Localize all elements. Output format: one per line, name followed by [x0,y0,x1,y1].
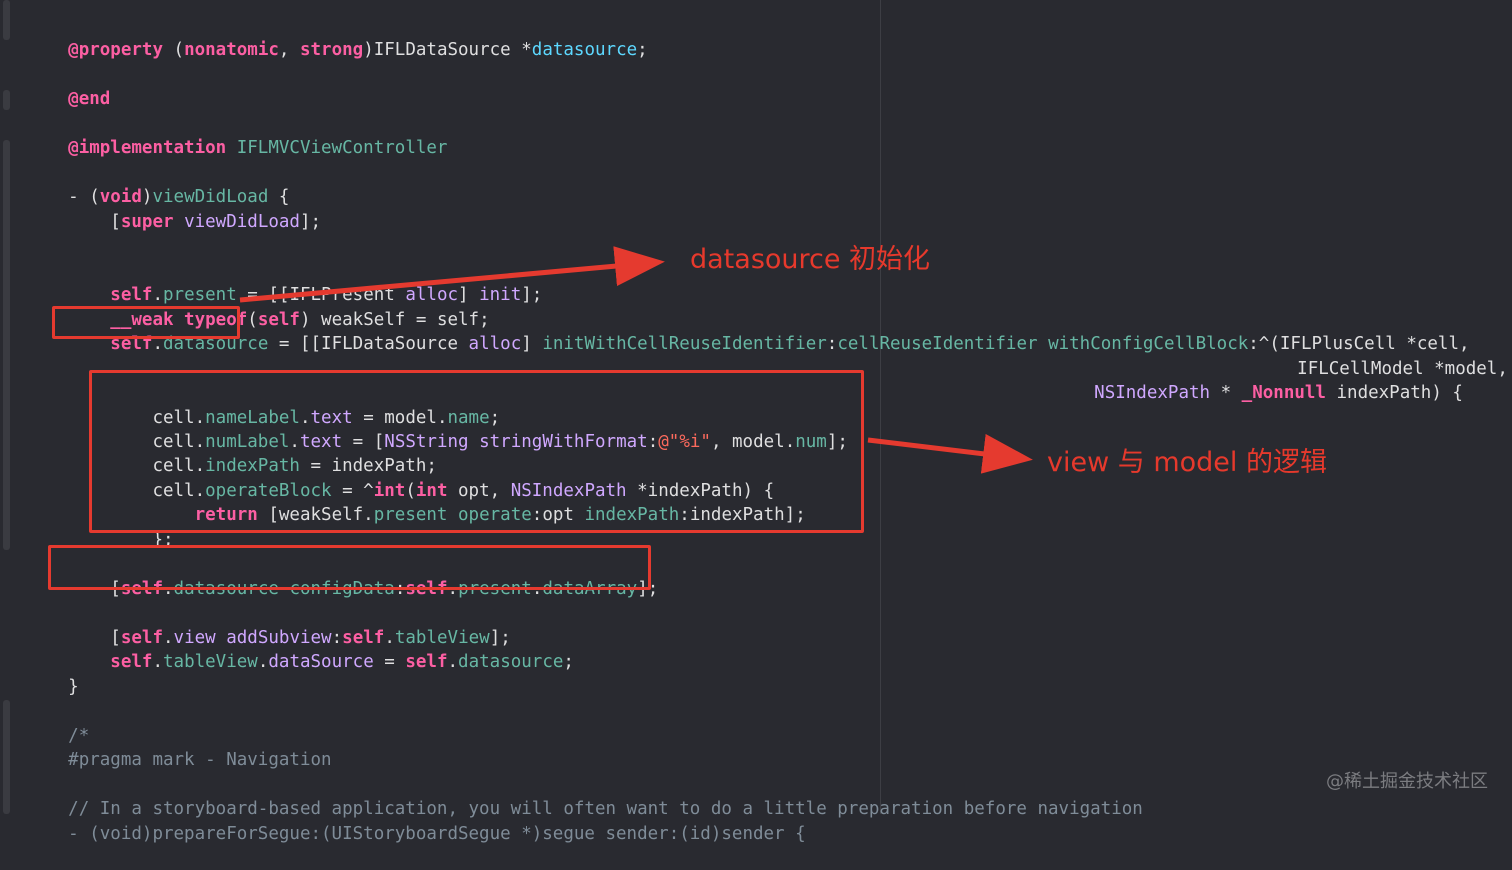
watermark: @稀土掘金技术社区 [1326,771,1488,792]
code-comment: - (void)prepareForSegue:(UIStoryboardSeg… [68,824,806,844]
annotation-label-init: datasource 初始化 [690,244,931,275]
arrow-to-init-label [239,246,665,303]
arrow-to-logic-label [867,433,1033,474]
annotation-arrows [239,246,1033,474]
annotation-label-logic: view 与 model 的逻辑 [1047,447,1327,478]
